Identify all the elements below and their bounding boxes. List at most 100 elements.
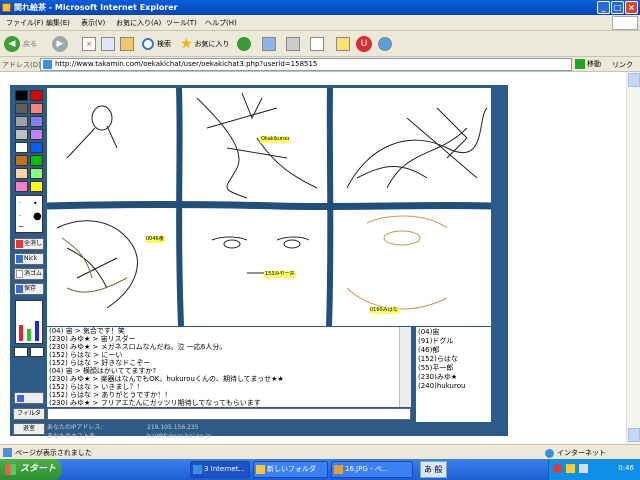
menu-edit[interactable]: 編集(E) bbox=[46, 18, 70, 28]
chat-line: (152) らはな > にーい bbox=[49, 351, 123, 359]
messenger-icon: U bbox=[356, 36, 372, 52]
edit-button[interactable] bbox=[310, 35, 324, 53]
status-text: ページが表示されました bbox=[15, 449, 92, 457]
people-button[interactable] bbox=[378, 35, 392, 53]
minimize-button[interactable]: _ bbox=[597, 1, 610, 14]
start-button[interactable]: スタート bbox=[0, 459, 62, 480]
scroll-toggle-button[interactable] bbox=[14, 392, 44, 404]
mail-icon[interactable] bbox=[14, 347, 28, 357]
user-cursor-label: 0046番 bbox=[145, 236, 165, 243]
color-swatch[interactable] bbox=[15, 129, 28, 140]
green-slider[interactable] bbox=[27, 329, 31, 341]
drawing-canvas[interactable]: Okakikurou 0046番 153みや一弁 0160みはな bbox=[47, 88, 491, 326]
color-swatch[interactable] bbox=[30, 103, 43, 114]
user-list-item[interactable]: (240)hukurou bbox=[418, 382, 465, 390]
folder-icon bbox=[256, 465, 265, 474]
filter-button[interactable]: フィルタ bbox=[13, 408, 45, 420]
color-swatch[interactable] bbox=[15, 90, 28, 101]
taskbar-item[interactable]: 16.JPG - ペ... bbox=[331, 461, 413, 478]
stop-button[interactable]: × bbox=[82, 35, 96, 53]
eraser-label: 消ゴム bbox=[24, 270, 43, 277]
mail-icon[interactable] bbox=[30, 347, 44, 357]
back-button[interactable]: ◀ 戻る bbox=[4, 35, 37, 53]
rgb-slider-panel[interactable] bbox=[15, 300, 43, 344]
brush-small-icon: · bbox=[19, 199, 22, 207]
chat-input[interactable] bbox=[47, 408, 411, 420]
menu-help[interactable]: ヘルプ(H) bbox=[205, 18, 237, 28]
menu-view[interactable]: 表示(V) bbox=[81, 18, 105, 28]
brush-medium-icon: • bbox=[33, 199, 38, 208]
clock: 0:46 bbox=[618, 464, 634, 472]
ime-toolbar[interactable]: あ 般 bbox=[420, 461, 447, 478]
user-list-item[interactable]: (55)平一郎 bbox=[418, 364, 453, 372]
taskbar-item[interactable]: 3 Internet... bbox=[190, 461, 250, 478]
color-swatch[interactable] bbox=[30, 129, 43, 140]
brush-large-icon: ● bbox=[33, 211, 42, 222]
user-list-item[interactable]: (230)みゆ★ bbox=[418, 373, 457, 381]
color-swatch[interactable] bbox=[15, 142, 28, 153]
close-button[interactable]: × bbox=[625, 1, 638, 14]
scroll-up-button[interactable] bbox=[628, 73, 640, 87]
color-swatch[interactable] bbox=[30, 155, 43, 166]
leave-button[interactable]: 退室 bbox=[13, 423, 45, 435]
back-label: 戻る bbox=[23, 40, 37, 48]
favorites-label: お気に入り bbox=[194, 40, 230, 48]
mail-button[interactable] bbox=[262, 35, 276, 53]
search-label: 検索 bbox=[157, 40, 171, 48]
user-list-item[interactable]: (46)郁 bbox=[418, 346, 439, 354]
go-button[interactable]: 移動 bbox=[575, 58, 601, 71]
user-list-item[interactable]: (91)ドグル bbox=[418, 337, 453, 345]
maximize-button[interactable]: □ bbox=[611, 1, 624, 14]
ie-icon bbox=[193, 465, 202, 474]
stop-icon: × bbox=[82, 37, 96, 51]
links-button[interactable]: リンク bbox=[612, 60, 633, 70]
media-button[interactable] bbox=[237, 35, 251, 53]
user-list-item[interactable]: (04)宙 bbox=[418, 328, 439, 336]
color-swatch[interactable] bbox=[30, 116, 43, 127]
search-button[interactable]: 検索 bbox=[142, 35, 171, 53]
volume-icon[interactable] bbox=[579, 464, 588, 473]
go-arrow-icon bbox=[575, 59, 585, 69]
clear-all-button[interactable]: 全消し bbox=[14, 238, 44, 250]
chat-scrollbar[interactable] bbox=[399, 327, 411, 407]
forward-button[interactable]: ▶ bbox=[52, 35, 68, 53]
eraser-button[interactable]: 消ゴム bbox=[14, 268, 44, 280]
windows-flag-icon bbox=[5, 464, 16, 475]
color-swatch[interactable] bbox=[15, 168, 28, 179]
save-icon bbox=[16, 285, 23, 293]
red-slider[interactable] bbox=[19, 325, 23, 341]
color-swatch[interactable] bbox=[30, 181, 43, 192]
blue-slider[interactable] bbox=[35, 321, 39, 341]
menu-favorites[interactable]: お気に入り(A) bbox=[116, 18, 161, 28]
refresh-button[interactable] bbox=[101, 35, 115, 53]
menu-file[interactable]: ファイル(F) bbox=[6, 18, 44, 28]
print-button[interactable] bbox=[286, 35, 300, 53]
color-swatch[interactable] bbox=[15, 181, 28, 192]
user-list-item[interactable]: (152)らはな bbox=[418, 355, 458, 363]
brush-size-selector[interactable]: · • · ● ─ bbox=[15, 195, 43, 233]
menu-tools[interactable]: ツール(T) bbox=[166, 18, 197, 28]
nick-button[interactable]: Nick bbox=[14, 253, 44, 265]
clear-all-label: 全消し bbox=[24, 240, 43, 247]
tray-icon[interactable] bbox=[566, 464, 575, 473]
back-arrow-icon: ◀ bbox=[4, 36, 20, 52]
save-button[interactable]: 保存 bbox=[14, 283, 44, 295]
favorites-button[interactable]: ★ お気に入り bbox=[180, 35, 230, 53]
address-input[interactable]: http://www.takamin.com/oekakichat/user/o… bbox=[40, 58, 572, 71]
color-swatch[interactable] bbox=[15, 116, 28, 127]
color-swatch[interactable] bbox=[30, 142, 43, 153]
page-icon bbox=[43, 60, 52, 69]
chat-log: (04) 宙 > 気合です！笑 (230) みゆ★ > 宙リスダー (230) … bbox=[47, 327, 411, 407]
tray-icon[interactable] bbox=[553, 464, 562, 473]
page-scrollbar[interactable] bbox=[626, 72, 640, 444]
color-swatch[interactable] bbox=[30, 90, 43, 101]
discuss-button[interactable] bbox=[336, 35, 350, 53]
messenger-button[interactable]: U bbox=[356, 35, 372, 53]
home-button[interactable] bbox=[120, 35, 134, 53]
taskbar: スタート 3 Internet... 新しいフォルダ 16.JPG - ペ...… bbox=[0, 459, 640, 480]
color-swatch[interactable] bbox=[15, 155, 28, 166]
color-swatch[interactable] bbox=[15, 103, 28, 114]
taskbar-item[interactable]: 新しいフォルダ bbox=[253, 461, 328, 478]
scroll-down-button[interactable] bbox=[628, 428, 640, 442]
color-swatch[interactable] bbox=[30, 168, 43, 179]
